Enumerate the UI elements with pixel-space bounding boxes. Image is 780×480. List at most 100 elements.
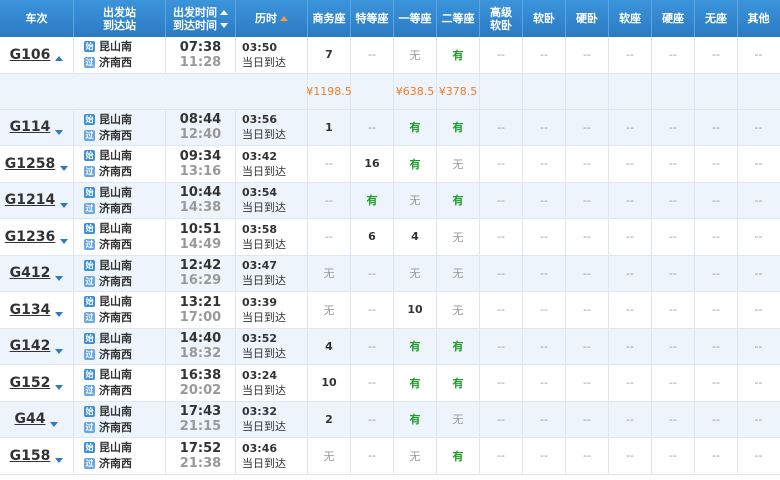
- seat-cell: --: [738, 37, 779, 73]
- seat-cell[interactable]: 无: [437, 401, 480, 437]
- duration-cell: 03:32 当日到达: [236, 401, 308, 437]
- seat-cell[interactable]: 2: [308, 401, 351, 437]
- seat-cell[interactable]: 有: [437, 365, 480, 401]
- seat-cell[interactable]: 有: [394, 146, 437, 182]
- train-cell: G1214: [0, 182, 74, 218]
- duration: 03:46 当日到达: [242, 441, 286, 471]
- seat-availability: 16: [364, 157, 380, 171]
- train-number-link[interactable]: G44: [15, 411, 46, 427]
- expand-icon[interactable]: [50, 421, 59, 427]
- seat-cell[interactable]: 无: [308, 255, 351, 291]
- seat-cell[interactable]: 有: [437, 109, 480, 145]
- seat-cell[interactable]: 有: [394, 328, 437, 364]
- seat-availability: --: [712, 48, 720, 62]
- header-duration[interactable]: 历时: [236, 0, 308, 37]
- seat-availability: --: [669, 412, 677, 426]
- seat-cell[interactable]: 4: [308, 328, 351, 364]
- seat-cell[interactable]: 有: [437, 438, 480, 474]
- seat-cell[interactable]: 无: [394, 255, 437, 291]
- seat-cell[interactable]: 6: [351, 219, 394, 255]
- stations: 始昆山南过济南西: [84, 368, 132, 397]
- from-station-name: 昆山南: [99, 40, 132, 54]
- table-row: G1214 始昆山南过济南西 10:44 14:38 03:54 当日到达 -- 有 无 有 -- -…: [0, 182, 780, 219]
- seat-cell[interactable]: 10: [308, 365, 351, 401]
- seat-cell[interactable]: 16: [351, 146, 394, 182]
- to-station: 过济南西: [84, 238, 132, 251]
- train-number-link[interactable]: G158: [10, 448, 51, 464]
- seat-cell: --: [695, 37, 738, 73]
- seat-availability: 有: [452, 340, 464, 354]
- seat-cell[interactable]: 有: [351, 182, 394, 218]
- seat-cell[interactable]: 无: [308, 292, 351, 328]
- train: G412: [10, 265, 64, 281]
- seat-cell[interactable]: 1: [308, 109, 351, 145]
- to-station: 过济南西: [84, 311, 132, 324]
- seat-cell[interactable]: 有: [437, 182, 480, 218]
- train-number-link[interactable]: G1214: [5, 192, 55, 208]
- seat-availability: 4: [411, 230, 419, 244]
- expand-icon[interactable]: [55, 275, 64, 281]
- train-number-link[interactable]: G142: [10, 338, 51, 354]
- seat-cell[interactable]: 无: [437, 219, 480, 255]
- train-number-link[interactable]: G1258: [5, 156, 55, 172]
- seat-cell[interactable]: 有: [394, 365, 437, 401]
- seat-cell[interactable]: 无: [394, 182, 437, 218]
- seat-cell[interactable]: 有: [437, 328, 480, 364]
- pass-station-icon: 过: [84, 166, 95, 178]
- seat-cell: --: [695, 292, 738, 328]
- seat-availability: --: [712, 303, 720, 317]
- seat-cell[interactable]: 有: [394, 401, 437, 437]
- departure-time: 10:51: [179, 221, 222, 237]
- arrival-time: 13:16: [179, 163, 222, 179]
- seat-cell[interactable]: 无: [437, 255, 480, 291]
- train-number-link[interactable]: G1236: [5, 229, 55, 245]
- seat-availability: --: [368, 266, 376, 280]
- seat-cell: --: [480, 219, 523, 255]
- expand-icon[interactable]: [55, 385, 64, 391]
- seat-cell[interactable]: 无: [308, 438, 351, 474]
- expand-icon[interactable]: [60, 239, 69, 245]
- time-cell: 13:21 17:00: [166, 292, 236, 328]
- expand-icon[interactable]: [55, 312, 64, 318]
- seat-cell[interactable]: 有: [437, 37, 480, 73]
- seat-cell[interactable]: 有: [394, 109, 437, 145]
- seat-availability: --: [540, 48, 548, 62]
- time-cell: 17:43 21:15: [166, 401, 236, 437]
- collapse-icon[interactable]: [55, 56, 64, 62]
- duration-time: 03:39: [242, 295, 278, 309]
- seat-availability: --: [754, 120, 763, 134]
- price-cell: [652, 73, 695, 109]
- station-cell: 始昆山南过济南西: [74, 109, 166, 145]
- seat-cell: --: [480, 37, 523, 73]
- train-number-link[interactable]: G106: [10, 47, 51, 63]
- train-number-link[interactable]: G134: [10, 302, 51, 318]
- seat-cell[interactable]: 无: [394, 37, 437, 73]
- seat-cell[interactable]: 4: [394, 219, 437, 255]
- seat-availability: --: [754, 193, 763, 207]
- expand-icon[interactable]: [60, 202, 69, 208]
- seat-cell[interactable]: 7: [308, 37, 351, 73]
- seat-price: ¥1198.5: [306, 84, 352, 98]
- seat-availability: --: [368, 449, 376, 463]
- expand-icon[interactable]: [55, 458, 64, 464]
- expand-icon[interactable]: [55, 129, 64, 135]
- expand-icon[interactable]: [55, 348, 64, 354]
- train-number-link[interactable]: G412: [10, 265, 51, 281]
- seat-cell[interactable]: 10: [394, 292, 437, 328]
- seat-cell: --: [523, 182, 566, 218]
- train-number-link[interactable]: G152: [10, 375, 51, 391]
- from-station: 始昆山南: [84, 405, 132, 418]
- seat-cell: --: [609, 328, 652, 364]
- seat-cell: --: [566, 182, 609, 218]
- seat-cell: --: [308, 146, 351, 182]
- seat-cell[interactable]: 无: [437, 292, 480, 328]
- arrival-time: 21:38: [179, 455, 222, 471]
- expand-icon[interactable]: [60, 166, 69, 172]
- seat-cell: --: [695, 365, 738, 401]
- duration-time: 03:50: [242, 40, 278, 54]
- seat-cell[interactable]: 无: [437, 146, 480, 182]
- header-times[interactable]: 出发时间 到达时间: [166, 0, 236, 37]
- seat-availability: --: [669, 157, 677, 171]
- seat-cell[interactable]: 无: [394, 438, 437, 474]
- train-number-link[interactable]: G114: [10, 119, 51, 135]
